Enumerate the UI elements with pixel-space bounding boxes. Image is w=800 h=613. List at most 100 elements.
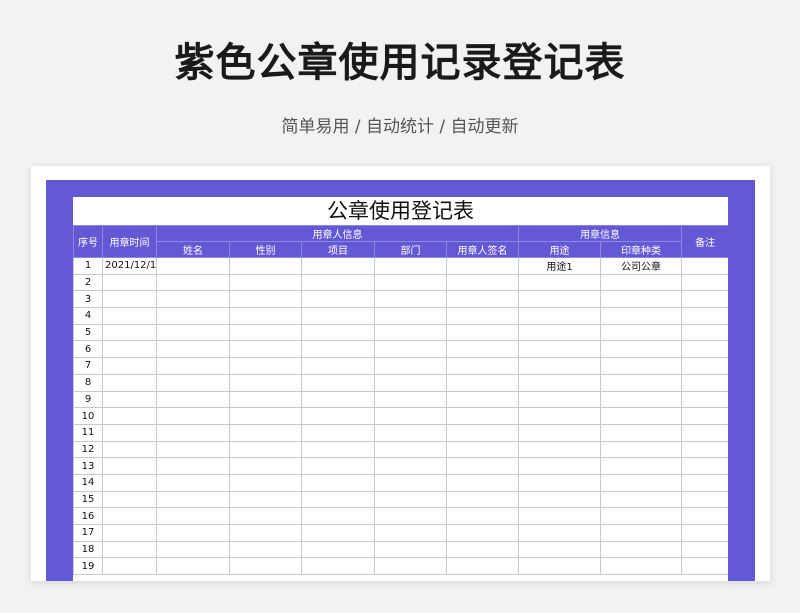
cell-project[interactable]: [301, 507, 375, 525]
cell-name[interactable]: [156, 473, 230, 492]
cell-project[interactable]: [301, 407, 375, 425]
cell-signature[interactable]: [445, 557, 520, 576]
cell-signature[interactable]: [445, 540, 520, 559]
cell-time[interactable]: [102, 290, 157, 309]
cell-remark[interactable]: [681, 390, 728, 409]
cell-project[interactable]: [301, 257, 375, 275]
cell-seal-type[interactable]: [600, 524, 683, 542]
cell-project[interactable]: [301, 440, 375, 459]
cell-index[interactable]: 5: [73, 323, 103, 342]
cell-purpose[interactable]: [518, 407, 602, 425]
cell-name[interactable]: [156, 373, 230, 392]
cell-remark[interactable]: [681, 257, 728, 275]
cell-department[interactable]: [374, 490, 447, 509]
cell-name[interactable]: [156, 390, 230, 409]
cell-remark[interactable]: [681, 340, 728, 359]
cell-department[interactable]: [374, 340, 447, 359]
cell-remark[interactable]: [681, 507, 728, 525]
cell-project[interactable]: [301, 423, 375, 442]
cell-department[interactable]: [374, 440, 447, 459]
cell-index[interactable]: 10: [73, 407, 103, 425]
cell-department[interactable]: [374, 423, 447, 442]
cell-gender[interactable]: [229, 440, 302, 459]
cell-signature[interactable]: [445, 323, 520, 342]
cell-time[interactable]: 2021/12/1: [102, 257, 157, 275]
cell-signature[interactable]: [445, 340, 520, 359]
cell-index[interactable]: 3: [73, 290, 103, 309]
cell-time[interactable]: [102, 340, 157, 359]
cell-seal-type[interactable]: [600, 490, 683, 509]
cell-remark[interactable]: [681, 473, 728, 492]
cell-project[interactable]: [301, 540, 375, 559]
cell-purpose[interactable]: [518, 557, 602, 576]
cell-seal-type[interactable]: [600, 357, 683, 375]
cell-department[interactable]: [374, 507, 447, 525]
cell-department[interactable]: [374, 273, 447, 292]
cell-signature[interactable]: [445, 507, 520, 525]
cell-gender[interactable]: [229, 257, 302, 275]
cell-seal-type[interactable]: [600, 557, 683, 576]
cell-index[interactable]: 6: [73, 340, 103, 359]
cell-index[interactable]: 13: [73, 457, 103, 475]
cell-signature[interactable]: [445, 457, 520, 475]
cell-index[interactable]: 4: [73, 307, 103, 325]
cell-time[interactable]: [102, 273, 157, 292]
cell-project[interactable]: [301, 357, 375, 375]
cell-time[interactable]: [102, 507, 157, 525]
cell-time[interactable]: [102, 323, 157, 342]
cell-name[interactable]: [156, 540, 230, 559]
cell-purpose[interactable]: [518, 340, 602, 359]
cell-name[interactable]: [156, 440, 230, 459]
cell-purpose[interactable]: [518, 440, 602, 459]
cell-seal-type[interactable]: [600, 473, 683, 492]
cell-seal-type[interactable]: [600, 457, 683, 475]
cell-department[interactable]: [374, 524, 447, 542]
cell-name[interactable]: [156, 557, 230, 576]
cell-project[interactable]: [301, 490, 375, 509]
cell-index[interactable]: 12: [73, 440, 103, 459]
cell-gender[interactable]: [229, 490, 302, 509]
cell-time[interactable]: [102, 423, 157, 442]
cell-department[interactable]: [374, 307, 447, 325]
cell-purpose[interactable]: [518, 390, 602, 409]
cell-department[interactable]: [374, 357, 447, 375]
cell-signature[interactable]: [445, 473, 520, 492]
cell-time[interactable]: [102, 373, 157, 392]
cell-purpose[interactable]: [518, 290, 602, 309]
cell-signature[interactable]: [445, 423, 520, 442]
cell-department[interactable]: [374, 557, 447, 576]
cell-gender[interactable]: [229, 323, 302, 342]
cell-gender[interactable]: [229, 273, 302, 292]
cell-gender[interactable]: [229, 307, 302, 325]
cell-signature[interactable]: [445, 307, 520, 325]
cell-index[interactable]: 15: [73, 490, 103, 509]
cell-project[interactable]: [301, 307, 375, 325]
cell-time[interactable]: [102, 307, 157, 325]
cell-project[interactable]: [301, 473, 375, 492]
cell-purpose[interactable]: [518, 473, 602, 492]
cell-index[interactable]: 16: [73, 507, 103, 525]
cell-remark[interactable]: [681, 490, 728, 509]
cell-signature[interactable]: [445, 373, 520, 392]
cell-index[interactable]: 19: [73, 557, 103, 576]
cell-remark[interactable]: [681, 540, 728, 559]
cell-gender[interactable]: [229, 390, 302, 409]
cell-index[interactable]: 8: [73, 373, 103, 392]
cell-signature[interactable]: [445, 357, 520, 375]
cell-department[interactable]: [374, 290, 447, 309]
cell-purpose[interactable]: [518, 423, 602, 442]
cell-signature[interactable]: [445, 524, 520, 542]
cell-seal-type[interactable]: [600, 407, 683, 425]
cell-index[interactable]: 14: [73, 473, 103, 492]
cell-index[interactable]: 11: [73, 423, 103, 442]
cell-gender[interactable]: [229, 407, 302, 425]
cell-remark[interactable]: [681, 407, 728, 425]
cell-remark[interactable]: [681, 457, 728, 475]
cell-name[interactable]: [156, 490, 230, 509]
cell-gender[interactable]: [229, 557, 302, 576]
cell-time[interactable]: [102, 440, 157, 459]
cell-gender[interactable]: [229, 457, 302, 475]
cell-seal-type[interactable]: [600, 307, 683, 325]
cell-name[interactable]: [156, 323, 230, 342]
cell-gender[interactable]: [229, 524, 302, 542]
